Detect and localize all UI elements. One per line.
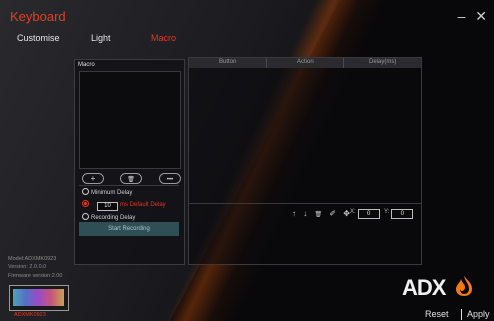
apply-button[interactable]: Apply <box>467 309 490 319</box>
divider <box>79 185 179 186</box>
default-delay-input[interactable]: 10 <box>97 202 118 211</box>
edit-icon[interactable]: ✐ <box>329 209 336 218</box>
y-input[interactable]: 0 <box>391 209 414 219</box>
plus-icon: + <box>90 174 96 183</box>
minimize-button[interactable]: – <box>458 8 466 24</box>
macro-panel: Macro + 🗑 ••• Minimum Delay 10 ms Default… <box>74 59 185 265</box>
table-body[interactable] <box>189 68 421 202</box>
tab-macro[interactable]: Macro <box>151 33 176 43</box>
flame-logo-icon <box>456 276 472 296</box>
move-down-icon[interactable]: ↓ <box>303 209 307 218</box>
default-delay-label: ms Default Delay <box>120 202 166 208</box>
macro-list[interactable] <box>79 71 181 169</box>
radio-default-delay[interactable] <box>82 200 89 207</box>
reset-button[interactable]: Reset <box>425 309 449 319</box>
close-button[interactable]: ✕ <box>475 8 487 24</box>
minimum-delay-option[interactable]: Minimum Delay <box>82 188 132 196</box>
macro-panel-title: Macro <box>78 62 95 68</box>
table-header: Button Action Delay(ms) <box>189 58 421 68</box>
column-action: Action <box>297 59 314 65</box>
keyboard-name: ADXMK0923 <box>14 312 46 318</box>
trash-icon: 🗑 <box>127 177 135 183</box>
radio-recording-delay[interactable] <box>82 213 89 220</box>
x-input[interactable]: 0 <box>357 209 380 219</box>
app-title: Keyboard <box>10 9 66 24</box>
move-up-icon[interactable]: ↑ <box>292 209 296 218</box>
move-icon[interactable]: ✥ <box>343 209 350 218</box>
recording-delay-label: Recording Delay <box>91 215 136 221</box>
y-label: Y: <box>384 209 390 215</box>
minimum-delay-label: Minimum Delay <box>91 190 133 196</box>
column-separator <box>266 58 267 68</box>
start-recording-button[interactable]: Start Recording <box>79 222 179 236</box>
footer-separator <box>461 309 462 320</box>
add-macro-button[interactable]: + <box>82 173 104 184</box>
delete-macro-button[interactable]: 🗑 <box>120 173 142 184</box>
firmware-version: Firmware version:2.00 <box>8 273 63 279</box>
recording-delay-option[interactable]: Recording Delay <box>82 213 135 221</box>
column-delay: Delay(ms) <box>369 59 397 65</box>
default-delay-option[interactable]: 10 ms Default Delay <box>82 200 166 211</box>
trash-icon[interactable]: 🗑 <box>314 212 322 218</box>
tab-light[interactable]: Light <box>91 33 111 43</box>
more-icon: ••• <box>166 177 174 183</box>
macro-table-panel: Button Action Delay(ms) ↑ ↓ 🗑 ✐ ✥ X: 0 Y:… <box>188 57 422 265</box>
table-tools: ↑ ↓ 🗑 ✐ ✥ <box>292 209 355 218</box>
y-coordinate: Y: 0 <box>384 209 414 219</box>
column-separator <box>343 58 344 68</box>
device-version: Version: 2.0.0.0 <box>8 264 47 270</box>
tab-customise[interactable]: Customise <box>17 33 60 43</box>
x-label: X: <box>350 209 356 215</box>
adx-logo: ADX <box>402 275 446 300</box>
keyboard-image[interactable] <box>9 285 69 311</box>
radio-minimum-delay[interactable] <box>82 188 89 195</box>
device-model: Model:ADXMK0923 <box>8 256 57 262</box>
more-options-button[interactable]: ••• <box>159 173 181 184</box>
x-coordinate: X: 0 <box>350 209 380 219</box>
table-divider <box>189 203 421 204</box>
top-navigation: Customise Light Macro <box>0 33 494 47</box>
keyboard-keys <box>13 289 64 306</box>
window-controls: – ✕ <box>452 8 487 25</box>
column-button: Button <box>219 59 237 65</box>
